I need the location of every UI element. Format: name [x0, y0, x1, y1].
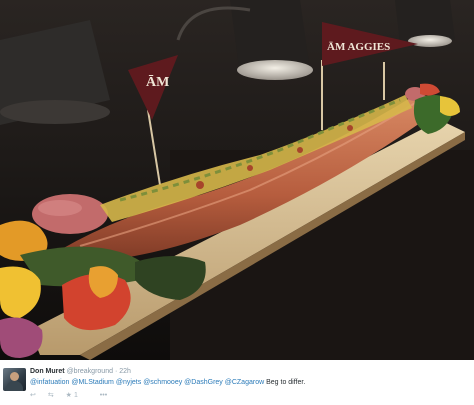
tweet-text-suffix: Beg to differ.	[266, 379, 306, 386]
avatar-shoulders	[6, 381, 23, 391]
favorite-count: 1	[73, 392, 78, 399]
tweet-photo[interactable]: ĀM ĀM AGGIES	[0, 0, 474, 360]
timestamp[interactable]: 22h	[119, 368, 131, 375]
tweet-header: Don Muret @breakground · 22h	[30, 367, 131, 376]
avatar[interactable]	[3, 368, 26, 391]
separator: ·	[114, 368, 118, 375]
mention-infatuation[interactable]: @infatuation	[30, 379, 69, 386]
tweet: Don Muret @breakground · 22h @infatuatio…	[0, 360, 474, 405]
mention-czagarow[interactable]: @CZagarow	[225, 379, 264, 386]
tweet-actions: ↩ ⇆ ★ 1 •••	[30, 391, 117, 399]
more-icon[interactable]: •••	[100, 392, 107, 399]
hot-dog-photo: ĀM ĀM AGGIES	[0, 0, 474, 360]
author-name[interactable]: Don Muret	[30, 368, 65, 375]
mention-nyjets[interactable]: @nyjets	[116, 379, 141, 386]
favorite-icon[interactable]: ★ 1	[66, 391, 88, 399]
tweet-text: @infatuation @MLStadium @nyjets @schmooe…	[30, 378, 305, 387]
reply-icon[interactable]: ↩	[30, 391, 36, 399]
mention-schmooey[interactable]: @schmooey	[143, 379, 182, 386]
svg-text:ĀM AGGIES: ĀM AGGIES	[327, 41, 390, 53]
mention-dashgrey[interactable]: @DashGrey	[184, 379, 223, 386]
retweet-icon[interactable]: ⇆	[48, 391, 54, 399]
svg-text:ĀM: ĀM	[146, 74, 169, 90]
mention-mlstadium[interactable]: @MLStadium	[71, 379, 114, 386]
avatar-head	[10, 372, 19, 381]
author-handle[interactable]: @breakground	[67, 368, 113, 375]
